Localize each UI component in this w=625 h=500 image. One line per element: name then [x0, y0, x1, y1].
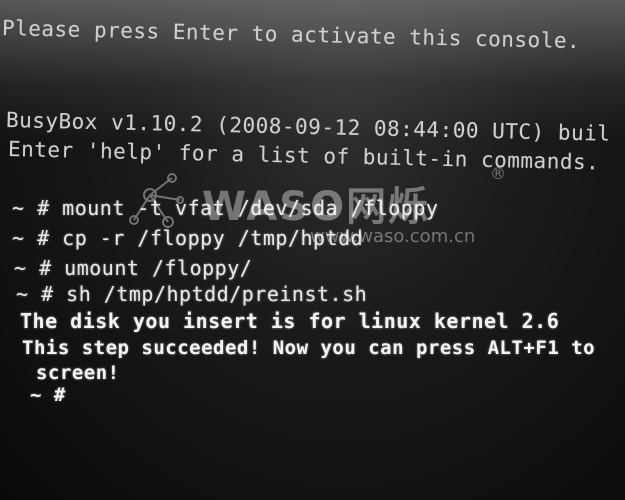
- shell-prompt[interactable]: ~ #: [30, 383, 66, 407]
- output-success-message: This step succeeded! Now you can press A…: [22, 337, 596, 359]
- command-line-umount: ~ # umount /floppy/: [14, 256, 253, 280]
- activate-console-message: Please press Enter to activate this cons…: [1, 16, 581, 54]
- command-line-mount: ~ # mount -t vfat /dev/sda /floppy: [12, 196, 439, 220]
- command-line-script: ~ # sh /tmp/hptdd/preinst.sh: [16, 282, 368, 306]
- output-kernel-message: The disk you insert is for linux kernel …: [20, 309, 560, 333]
- output-success-continuation: screen!: [36, 362, 120, 384]
- console-screen[interactable]: Please press Enter to activate this cons…: [0, 0, 625, 500]
- command-line-copy: ~ # cp -r /floppy /tmp/hptdd: [12, 226, 364, 250]
